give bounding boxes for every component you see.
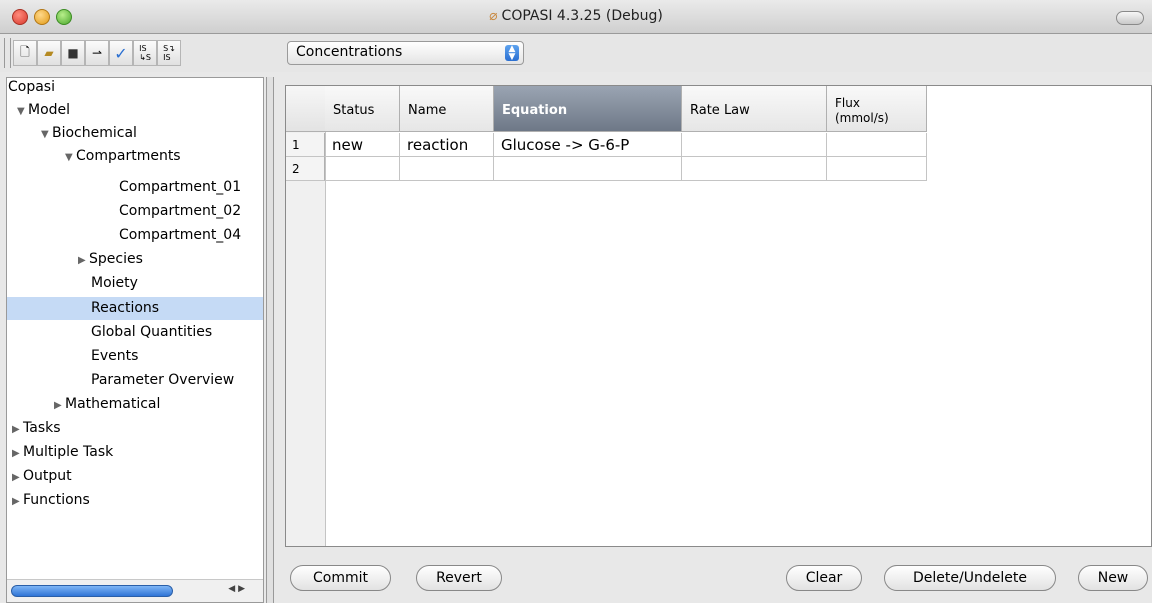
disclosure-triangle-icon[interactable]: ▼ [65, 146, 76, 169]
reactions-table: Status Name Equation Rate Law Flux (mmol… [285, 85, 1152, 547]
tree-item-label: Compartments [76, 148, 181, 164]
toolbar: 🗋 ▰ ■ ⇀ ✓ IS ↳S S↴ IS Concentrations ▲ ▼ [0, 34, 1152, 72]
disclosure-triangle-icon[interactable]: ▶ [54, 394, 65, 417]
copasi-logo-icon: ⌀ [489, 8, 498, 24]
tree-item-label: Mathematical [65, 396, 161, 412]
new-button[interactable]: New [1078, 565, 1148, 591]
import-sbml-button[interactable]: IS ↳S [133, 40, 157, 66]
cell-equation[interactable]: Glucose -> G-6-P [494, 133, 682, 157]
scrollbar-thumb[interactable] [11, 585, 173, 597]
disclosure-triangle-icon[interactable]: ▶ [12, 418, 23, 441]
tree-item-label: Output [23, 468, 72, 484]
cell-rate-law[interactable] [682, 157, 827, 181]
tree-item-multiple-task[interactable]: ▶ Multiple Task [12, 441, 113, 464]
cell-name[interactable] [400, 157, 494, 181]
check-icon: ✓ [114, 43, 128, 63]
open-folder-icon: ▰ [44, 46, 54, 60]
tree-item-events[interactable]: Events [91, 345, 138, 368]
tree-item-label: Functions [23, 492, 90, 508]
table-corner-button[interactable] [286, 86, 325, 132]
disclosure-triangle-icon[interactable]: ▼ [41, 123, 52, 146]
cell-rate-law[interactable] [682, 133, 827, 157]
cell-status[interactable]: new [325, 133, 400, 157]
column-header-flux[interactable]: Flux (mmol/s) [827, 86, 927, 132]
save-button[interactable]: ■ [61, 40, 85, 66]
cell-status[interactable] [325, 157, 400, 181]
tree-item-tasks[interactable]: ▶ Tasks [12, 417, 61, 440]
cell-flux[interactable] [827, 157, 927, 181]
revert-button[interactable]: Revert [416, 565, 502, 591]
select-arrows-icon: ▲ ▼ [505, 45, 519, 62]
tree-item-output[interactable]: ▶ Output [12, 465, 72, 488]
column-header-rate-law[interactable]: Rate Law [682, 86, 827, 132]
cell-flux[interactable] [827, 133, 927, 157]
disclosure-triangle-icon[interactable]: ▶ [12, 442, 23, 465]
add-reaction-button[interactable]: ⇀ [85, 40, 109, 66]
tree-item-compartment-02[interactable]: Compartment_02 [119, 200, 241, 223]
tree-item-mathematical[interactable]: ▶ Mathematical [54, 393, 160, 416]
column-header-equation[interactable]: Equation [494, 86, 682, 132]
row-header-2[interactable]: 2 [286, 157, 325, 181]
column-header-status[interactable]: Status [325, 86, 400, 132]
open-file-button[interactable]: ▰ [37, 40, 61, 66]
tree-item-label: Multiple Task [23, 444, 114, 460]
row-header-1[interactable]: 1 [286, 133, 325, 157]
window-titlebar: ⌀ COPASI 4.3.25 (Debug) [0, 0, 1152, 34]
check-model-button[interactable]: ✓ [109, 40, 133, 66]
unit-select-value: Concentrations [296, 44, 403, 60]
tree-item-functions[interactable]: ▶ Functions [12, 489, 90, 512]
unit-select[interactable]: Concentrations ▲ ▼ [287, 41, 524, 65]
save-icon: ■ [67, 46, 79, 60]
tree-item-compartment-01[interactable]: Compartment_01 [119, 176, 241, 199]
reaction-arrow-icon: ⇀ [91, 46, 103, 60]
tree-item-label: Tasks [23, 420, 61, 436]
tree-item-parameter-overview[interactable]: Parameter Overview [91, 369, 234, 392]
window-title-text: COPASI 4.3.25 (Debug) [501, 8, 663, 24]
tree-item-label: Model [28, 102, 71, 118]
disclosure-triangle-icon[interactable]: ▼ [17, 100, 28, 123]
new-document-icon: 🗋 [20, 44, 30, 59]
cell-name[interactable]: reaction [400, 133, 494, 157]
disclosure-triangle-icon[interactable]: ▶ [78, 249, 89, 272]
disclosure-triangle-icon[interactable]: ▶ [12, 490, 23, 513]
tree-item-model[interactable]: ▼ Model [17, 99, 70, 122]
disclosure-triangle-icon[interactable]: ▶ [12, 466, 23, 489]
import-sbml-icon: IS ↳S [139, 44, 151, 62]
export-sbml-icon: S↴ IS [163, 44, 175, 62]
new-document-button[interactable]: 🗋 [13, 40, 37, 66]
tree-item-global-quantities[interactable]: Global Quantities [91, 321, 212, 344]
scroll-arrows-icon[interactable]: ◀ ▶ [228, 584, 245, 594]
tree-item-reactions[interactable]: Reactions [7, 297, 263, 320]
tree-item-label: Biochemical [52, 125, 137, 141]
toolbar-toggle-button[interactable] [1116, 11, 1144, 25]
delete-undelete-button[interactable]: Delete/Undelete [884, 565, 1056, 591]
tree-item-moiety[interactable]: Moiety [91, 272, 138, 295]
tree-root[interactable]: Copasi [8, 78, 55, 98]
tree-item-biochemical[interactable]: ▼ Biochemical [41, 122, 137, 145]
tree-item-compartment-04[interactable]: Compartment_04 [119, 224, 241, 247]
tree-horizontal-scrollbar[interactable]: ◀ ▶ [7, 579, 263, 602]
object-tree[interactable]: Copasi ▼ Model ▼ Biochemical ▼ Compartments… [6, 77, 264, 603]
panel-splitter[interactable] [266, 77, 274, 603]
tree-item-compartments[interactable]: ▼ Compartments [65, 145, 181, 168]
cell-equation[interactable] [494, 157, 682, 181]
column-header-name[interactable]: Name [400, 86, 494, 132]
window-title: ⌀ COPASI 4.3.25 (Debug) [0, 8, 1152, 24]
tree-item-species[interactable]: ▶ Species [78, 248, 143, 271]
tree-item-label: Species [89, 251, 143, 267]
export-sbml-button[interactable]: S↴ IS [157, 40, 181, 66]
toolbar-grip-handle[interactable] [4, 38, 11, 68]
clear-button[interactable]: Clear [786, 565, 862, 591]
commit-button[interactable]: Commit [290, 565, 391, 591]
